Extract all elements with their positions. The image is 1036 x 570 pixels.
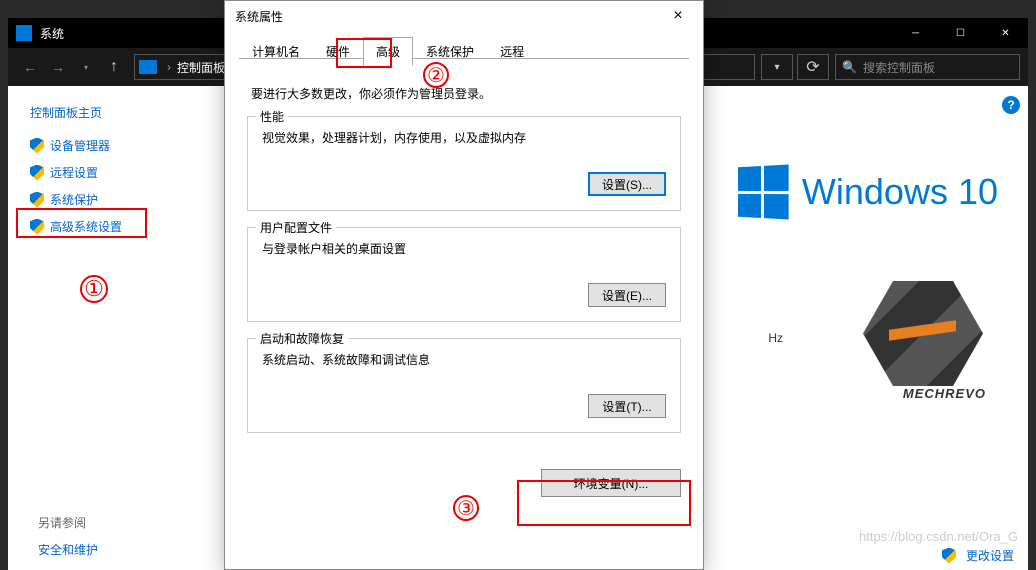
annotation-2: ② bbox=[423, 62, 449, 88]
dialog-title: 系统属性 bbox=[235, 8, 283, 25]
tab-protection[interactable]: 系统保护 bbox=[413, 37, 487, 66]
address-dropdown[interactable]: ▾ bbox=[761, 54, 793, 80]
group-performance: 性能 视觉效果，处理器计划，内存使用，以及虚拟内存 设置(S)... bbox=[247, 116, 681, 211]
annotation-1: ① bbox=[80, 275, 108, 303]
mechrevo-logo bbox=[863, 281, 983, 386]
maximize-button[interactable]: ☐ bbox=[938, 18, 983, 48]
annotation-3: ③ bbox=[453, 495, 479, 521]
shield-icon bbox=[30, 138, 44, 154]
tab-border bbox=[239, 58, 689, 59]
change-settings-link[interactable]: 更改设置 bbox=[942, 547, 1014, 564]
sidebar-item-device-manager[interactable]: 设备管理器 bbox=[30, 137, 208, 154]
dropdown-history[interactable]: ▾ bbox=[72, 53, 100, 81]
footer-header: 另请参阅 bbox=[38, 514, 98, 531]
dialog-titlebar: 系统属性 × bbox=[225, 1, 703, 31]
group-startup-recovery: 启动和故障恢复 系统启动、系统故障和调试信息 设置(T)... bbox=[247, 338, 681, 433]
sidebar-item-label: 远程设置 bbox=[50, 164, 98, 181]
breadcrumb-item[interactable]: 控制面板 bbox=[177, 59, 225, 76]
group-desc: 与登录帐户相关的桌面设置 bbox=[262, 240, 666, 257]
refresh-button[interactable]: ⟳ bbox=[797, 54, 829, 80]
tab-computer-name[interactable]: 计算机名 bbox=[239, 37, 313, 66]
annotation-box-1 bbox=[16, 208, 147, 238]
forward-button[interactable]: → bbox=[44, 53, 72, 81]
search-input[interactable]: 🔍 搜索控制面板 bbox=[835, 54, 1020, 80]
system-icon bbox=[16, 25, 32, 41]
close-button[interactable]: ✕ bbox=[983, 18, 1028, 48]
windows-text: Windows 10 bbox=[802, 171, 998, 213]
shield-icon bbox=[30, 165, 44, 181]
group-title: 用户配置文件 bbox=[256, 219, 336, 236]
settings-t-button[interactable]: 设置(T)... bbox=[588, 394, 666, 418]
chevron-icon: › bbox=[167, 60, 171, 74]
group-title: 性能 bbox=[256, 108, 288, 125]
intro-text: 要进行大多数更改，你必须作为管理员登录。 bbox=[251, 85, 681, 102]
group-desc: 系统启动、系统故障和调试信息 bbox=[262, 351, 666, 368]
hz-text: Hz bbox=[768, 331, 783, 345]
windows-squares-icon bbox=[738, 165, 789, 220]
mechrevo-text: MECHREVO bbox=[903, 386, 986, 401]
footer-link[interactable]: 安全和维护 bbox=[38, 541, 98, 558]
sidebar-item-protection[interactable]: 系统保护 bbox=[30, 191, 208, 208]
dialog-body: 要进行大多数更改，你必须作为管理员登录。 性能 视觉效果，处理器计划，内存使用，… bbox=[225, 67, 703, 461]
sidebar-title[interactable]: 控制面板主页 bbox=[30, 104, 208, 121]
dialog-close-button[interactable]: × bbox=[663, 7, 693, 25]
sidebar-item-label: 系统保护 bbox=[50, 191, 98, 208]
settings-e-button[interactable]: 设置(E)... bbox=[588, 283, 666, 307]
search-icon: 🔍 bbox=[842, 60, 857, 74]
minimize-button[interactable]: ─ bbox=[893, 18, 938, 48]
annotation-box-3 bbox=[517, 480, 691, 526]
shield-icon bbox=[30, 192, 44, 208]
group-desc: 视觉效果，处理器计划，内存使用，以及虚拟内存 bbox=[262, 129, 666, 146]
tab-remote[interactable]: 远程 bbox=[487, 37, 537, 66]
sidebar: 控制面板主页 设备管理器 远程设置 系统保护 高级系统设置 bbox=[8, 86, 218, 570]
group-user-profile: 用户配置文件 与登录帐户相关的桌面设置 设置(E)... bbox=[247, 227, 681, 322]
tab-strip: 计算机名 硬件 高级 系统保护 远程 bbox=[225, 31, 703, 67]
search-placeholder: 搜索控制面板 bbox=[863, 59, 935, 76]
pc-icon bbox=[139, 60, 157, 74]
up-button[interactable]: ↑ bbox=[100, 53, 128, 81]
window-controls: ─ ☐ ✕ bbox=[893, 18, 1028, 48]
shield-icon bbox=[942, 548, 956, 564]
settings-s-button[interactable]: 设置(S)... bbox=[588, 172, 666, 196]
change-link-label: 更改设置 bbox=[966, 547, 1014, 564]
windows-logo: Windows 10 bbox=[736, 166, 998, 218]
back-button[interactable]: ← bbox=[16, 53, 44, 81]
annotation-box-2 bbox=[336, 38, 392, 68]
window-title: 系统 bbox=[40, 25, 64, 42]
watermark: https://blog.csdn.net/Ora_G bbox=[859, 529, 1018, 544]
sidebar-footer: 另请参阅 安全和维护 bbox=[38, 514, 98, 558]
sidebar-item-remote[interactable]: 远程设置 bbox=[30, 164, 208, 181]
group-title: 启动和故障恢复 bbox=[256, 330, 348, 347]
sidebar-item-label: 设备管理器 bbox=[50, 137, 110, 154]
help-icon[interactable]: ? bbox=[1002, 96, 1020, 114]
